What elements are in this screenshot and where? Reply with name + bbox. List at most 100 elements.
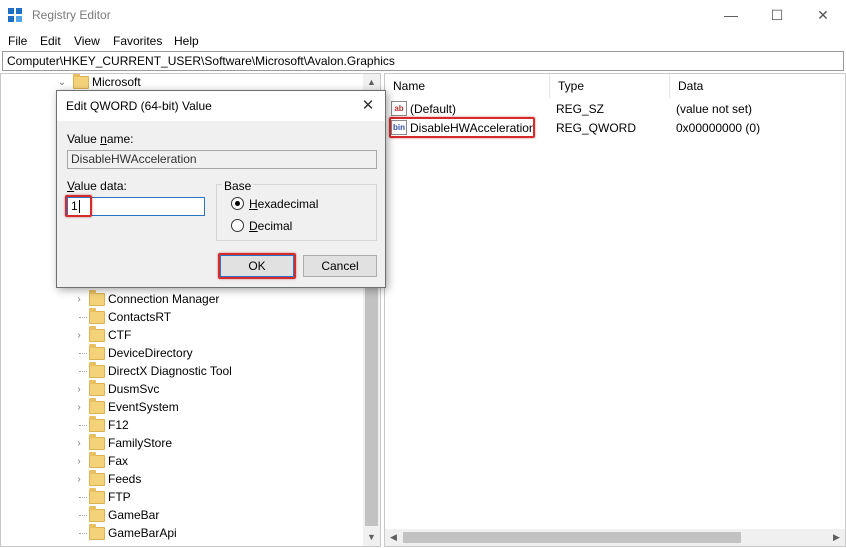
folder-icon [89,398,105,414]
registry-editor-icon [8,8,24,24]
tree-item[interactable]: DeviceDirectory [1,344,363,363]
folder-icon [89,344,105,360]
tree-item[interactable]: › Fax [1,452,363,471]
tree-connector [79,533,87,534]
tree-item[interactable]: › Feeds [1,470,363,489]
window-title: Registry Editor [32,8,111,22]
dialog-title: Edit QWORD (64-bit) Value [66,99,212,113]
chevron-right-icon[interactable]: › [74,438,84,450]
tree-item[interactable]: GameBarApi [1,524,363,543]
chevron-right-icon[interactable]: › [74,402,84,414]
scroll-right-arrow-icon[interactable]: ▶ [828,529,845,546]
scroll-down-arrow-icon[interactable]: ▼ [363,529,380,546]
tree-item-label: GameBar [108,508,160,522]
chevron-down-icon[interactable]: ⌄ [57,77,67,89]
chevron-right-icon[interactable]: › [74,330,84,342]
close-icon[interactable]: ✕ [357,96,379,116]
chevron-right-icon[interactable]: › [74,456,84,468]
folder-icon [89,380,105,396]
tree-item-label: GameBarApi [108,526,177,540]
tree-item-label: DeviceDirectory [108,346,193,360]
tree-item-label: Fax [108,454,129,468]
tree-item-label: F12 [108,418,129,432]
scroll-thumb[interactable] [403,532,741,543]
tree-item[interactable]: ContactsRT [1,308,363,327]
decimal-radio[interactable] [231,219,244,232]
close-button[interactable]: ✕ [800,0,846,31]
folder-icon [89,290,105,306]
values-list[interactable]: Name Type Data ab (Default) REG_SZ (valu… [384,73,846,547]
cancel-button[interactable]: Cancel [303,255,377,277]
tree-item-label: Connection Manager [108,292,220,306]
tree-connector [79,371,87,372]
chevron-right-icon[interactable]: › [74,294,84,306]
tree-connector [79,515,87,516]
tree-item-label: Microsoft [92,75,141,89]
value-row-default[interactable]: ab (Default) REG_SZ (value not set) [385,99,845,119]
folder-icon [89,416,105,432]
scroll-left-arrow-icon[interactable]: ◀ [385,529,402,546]
tree-item[interactable]: GameBar [1,506,363,525]
tree-item[interactable]: › CTF [1,326,363,345]
value-name: (Default) [410,102,457,116]
tree-connector [79,353,87,354]
folder-icon [89,434,105,450]
values-horizontal-scrollbar[interactable]: ◀ ▶ [385,529,845,546]
value-name-label: Value name: [67,132,134,146]
folder-icon [89,488,105,504]
highlight-box [389,117,535,138]
column-header-name[interactable]: Name [385,74,550,98]
highlight-box [218,253,296,279]
address-bar[interactable]: Computer\HKEY_CURRENT_USER\Software\Micr… [2,51,844,71]
tree-item-label: FTP [108,490,131,504]
tree-item-label: CTF [108,328,132,342]
tree-item-label: FamilyStore [108,436,173,450]
column-header-data[interactable]: Data [670,74,845,98]
tree-item-label: ContactsRT [108,310,172,324]
highlight-box [65,195,92,217]
chevron-right-icon[interactable]: › [74,384,84,396]
menu-edit[interactable]: Edit [40,34,61,48]
folder-icon [89,362,105,378]
tree-item-label: EventSystem [108,400,179,414]
tree-item[interactable]: › Connection Manager [1,290,363,309]
tree-connector [79,317,87,318]
tree-item[interactable]: DirectX Diagnostic Tool [1,362,363,381]
tree-item-label: DusmSvc [108,382,160,396]
folder-icon [89,470,105,486]
value-data: 0x00000000 (0) [676,121,761,135]
tree-connector [79,425,87,426]
column-header-type[interactable]: Type [550,74,670,98]
tree-item[interactable]: › EventSystem [1,398,363,417]
edit-qword-dialog: Edit QWORD (64-bit) Value ✕ Value name: … [56,90,386,288]
tree-item[interactable]: F12 [1,416,363,435]
string-value-icon: ab [391,101,407,116]
decimal-label[interactable]: Decimal [249,219,292,233]
folder-icon [73,74,89,89]
folder-icon [89,326,105,342]
minimize-button[interactable]: — [708,0,754,31]
folder-icon [89,506,105,522]
value-data: (value not set) [676,102,753,116]
tree-item-label: Feeds [108,472,142,486]
folder-icon [89,308,105,324]
tree-connector [79,497,87,498]
tree-item[interactable]: › DusmSvc [1,380,363,399]
hexadecimal-radio[interactable] [231,197,244,210]
hexadecimal-label[interactable]: Hexadecimal [249,197,318,211]
folder-icon [89,452,105,468]
dialog-title-bar: Edit QWORD (64-bit) Value ✕ [57,91,385,121]
maximize-button[interactable]: ☐ [754,0,800,31]
menu-favorites[interactable]: Favorites [113,34,162,48]
tree-item-label: DirectX Diagnostic Tool [108,364,232,378]
tree-item[interactable]: FTP [1,488,363,507]
value-type: REG_SZ [556,102,605,116]
value-name-field[interactable]: DisableHWAcceleration [67,150,377,169]
menu-view[interactable]: View [74,34,100,48]
scroll-up-arrow-icon[interactable]: ▲ [363,74,380,91]
tree-item[interactable]: › FamilyStore [1,434,363,453]
menu-file[interactable]: File [8,34,27,48]
chevron-right-icon[interactable]: › [74,474,84,486]
value-type: REG_QWORD [556,121,637,135]
menu-help[interactable]: Help [174,34,199,48]
